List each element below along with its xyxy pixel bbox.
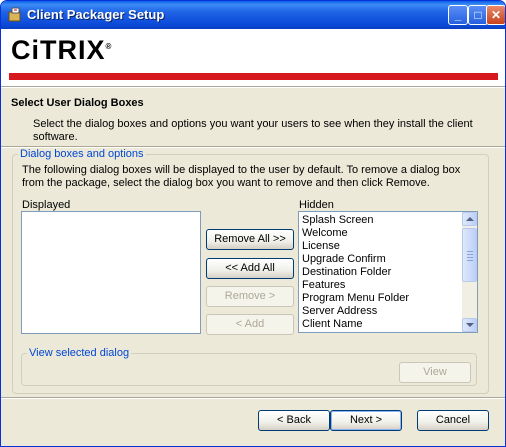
brand-accent-bar [9, 73, 498, 80]
hidden-list-item[interactable]: Client Name [299, 318, 462, 331]
header-divider [1, 86, 505, 88]
setup-window: Client Packager Setup _ □ ✕ CiTRIX® Sele… [0, 0, 506, 447]
hidden-list-item[interactable]: License [299, 240, 462, 253]
view-selected-legend: View selected dialog [27, 347, 132, 359]
hidden-list-item[interactable]: Server Address [299, 305, 462, 318]
maximize-button[interactable]: □ [468, 5, 488, 25]
registered-mark: ® [105, 42, 113, 51]
scroll-thumb[interactable] [462, 228, 477, 282]
hidden-list-scrollbar[interactable] [462, 212, 477, 332]
view-button[interactable]: View [399, 362, 471, 383]
minimize-button[interactable]: _ [448, 5, 468, 25]
package-icon [8, 7, 21, 22]
scroll-down-button[interactable] [462, 318, 477, 332]
page-title: Select User Dialog Boxes [11, 97, 144, 109]
displayed-label: Displayed [22, 199, 71, 211]
page-description: Select the dialog boxes and options you … [33, 118, 473, 143]
citrix-logo: CiTRIX® [11, 35, 112, 66]
title-bar[interactable]: Client Packager Setup _ □ ✕ [1, 1, 505, 29]
dialog-info-text: The following dialog boxes will be displ… [22, 164, 461, 189]
hidden-list[interactable]: Splash Screen Welcome License Upgrade Confi… [298, 211, 478, 333]
footer-divider [1, 397, 505, 399]
cancel-button[interactable]: Cancel [417, 410, 489, 431]
scroll-down-arrow-icon [466, 323, 474, 327]
thumb-grip [467, 260, 473, 261]
close-button[interactable]: ✕ [486, 5, 505, 25]
scroll-up-button[interactable] [462, 212, 477, 226]
dialog-boxes-legend: Dialog boxes and options [18, 148, 146, 160]
hidden-label: Hidden [299, 199, 334, 211]
hidden-list-item[interactable]: Destination Folder [299, 266, 462, 279]
displayed-list[interactable] [21, 211, 201, 334]
hidden-list-item[interactable]: Features [299, 279, 462, 292]
scroll-up-arrow-icon [466, 217, 474, 221]
thumb-grip [467, 251, 473, 252]
remove-button[interactable]: Remove > [206, 286, 294, 307]
back-button[interactable]: < Back [258, 410, 330, 431]
hidden-list-item[interactable]: Upgrade Confirm [299, 253, 462, 266]
remove-all-button[interactable]: Remove All >> [206, 229, 294, 250]
hidden-list-item[interactable]: Welcome [299, 227, 462, 240]
window-title: Client Packager Setup [27, 7, 165, 22]
thumb-grip [467, 254, 473, 255]
hidden-list-item[interactable]: Program Menu Folder [299, 292, 462, 305]
thumb-grip [467, 257, 473, 258]
hidden-list-item[interactable]: Splash Screen [299, 214, 462, 227]
add-button[interactable]: < Add [206, 314, 294, 335]
add-all-button[interactable]: << Add All [206, 258, 294, 279]
logo-text: CiTRIX [11, 35, 106, 65]
next-button[interactable]: Next > [330, 410, 402, 431]
